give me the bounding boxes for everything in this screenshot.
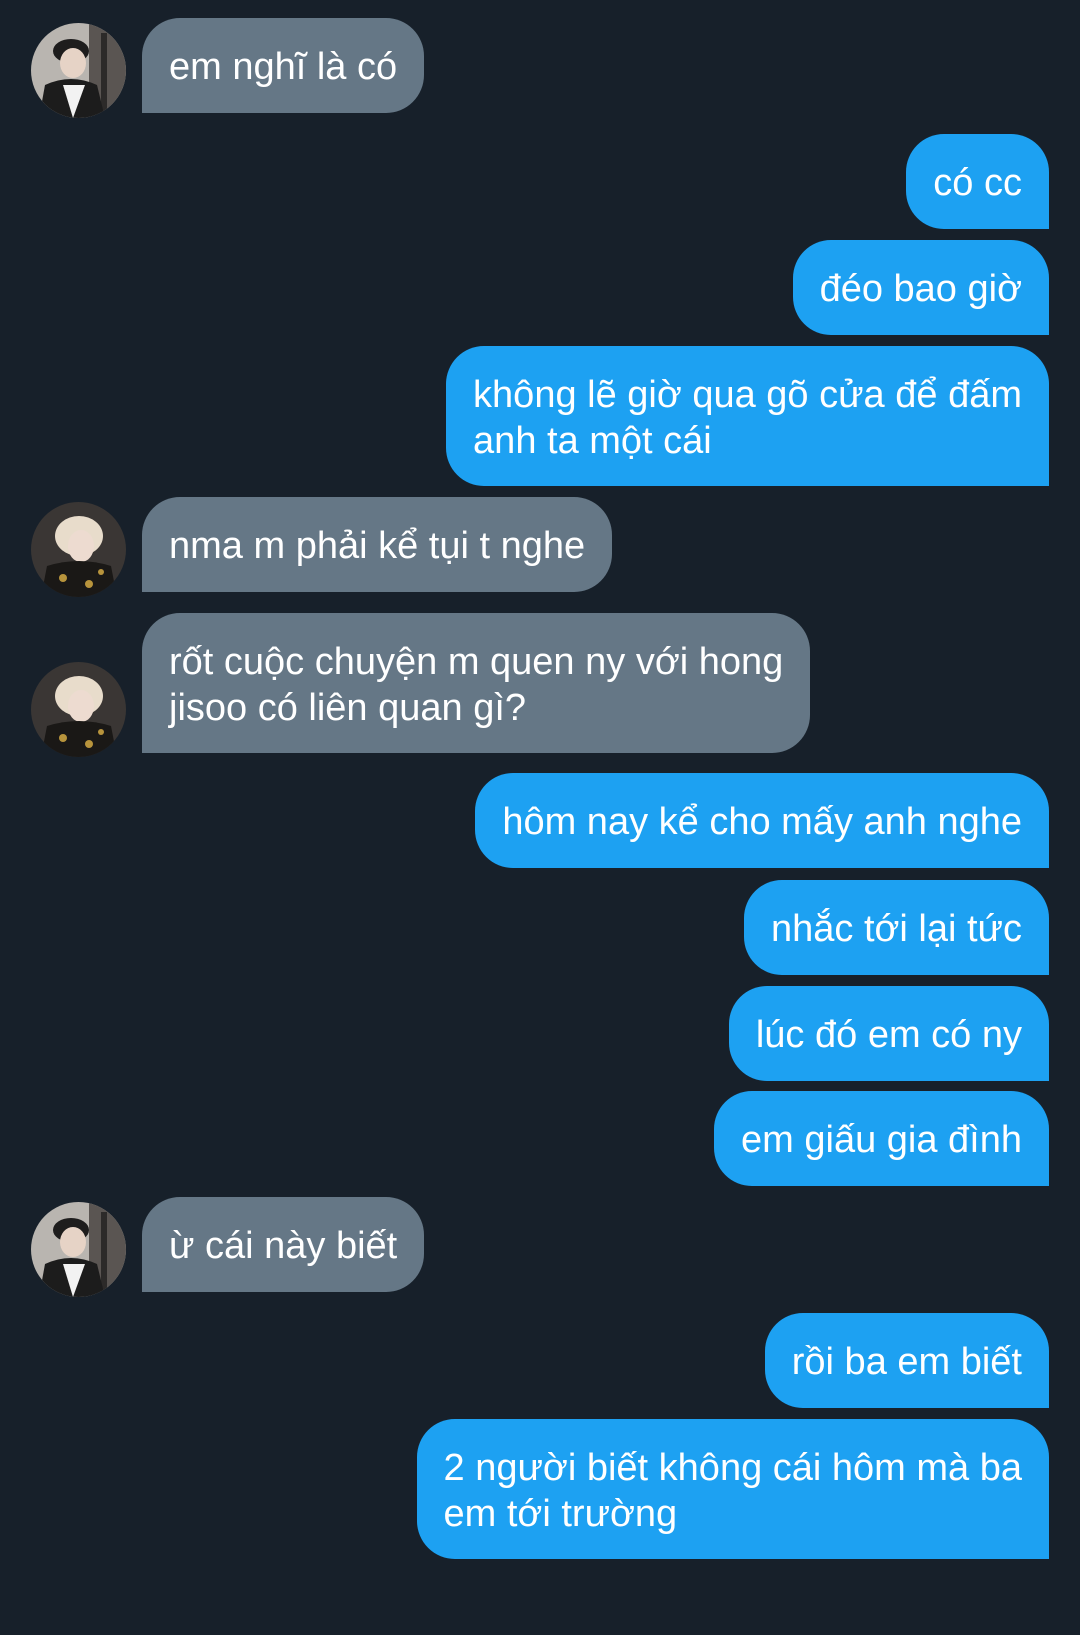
- avatar-dark-hair-user[interactable]: [31, 23, 126, 118]
- message-text: nhắc tới lại tức: [770, 908, 1022, 950]
- message-text-line: không lẽ giờ qua gõ cửa để đấm: [473, 374, 1022, 416]
- message-bubble-outgoing[interactable]: lúc đó em có ny: [728, 986, 1049, 1081]
- message-bubble-incoming[interactable]: nma m phải kể tụi t nghe: [142, 497, 613, 592]
- message-text-line: rốt cuộc chuyện m quen ny với hong: [169, 641, 784, 683]
- message-text-line: jisoo có liên quan gì?: [169, 687, 527, 729]
- message-text: đéo bao giờ: [819, 268, 1022, 310]
- message-text-line: 2 người biết không cái hôm mà ba: [443, 1447, 1022, 1489]
- message-text: ừ cái này biết: [169, 1225, 398, 1267]
- message-bubble-outgoing[interactable]: không lẽ giờ qua gõ cửa để đấm anh ta mộ…: [446, 346, 1049, 486]
- message-bubble-outgoing[interactable]: hôm nay kể cho mấy anh nghe: [475, 773, 1049, 868]
- message-bubble-outgoing[interactable]: rồi ba em biết: [764, 1313, 1049, 1408]
- avatar-dark-hair-photo: [31, 23, 126, 118]
- message-text: rồi ba em biết: [791, 1341, 1022, 1383]
- message-text-line: anh ta một cái: [473, 420, 712, 462]
- message-text: lúc đó em có ny: [755, 1014, 1022, 1056]
- message-text: hôm nay kể cho mấy anh nghe: [502, 801, 1022, 843]
- avatar-blonde-photo: [31, 662, 126, 757]
- avatar-dark-hair-photo: [31, 1202, 126, 1297]
- message-bubble-outgoing[interactable]: có cc: [906, 134, 1049, 229]
- message-text: em nghĩ là có: [169, 46, 398, 88]
- avatar-blonde-user[interactable]: [31, 502, 126, 597]
- message-bubble-incoming[interactable]: ừ cái này biết: [142, 1197, 425, 1292]
- message-text: em giấu gia đình: [741, 1119, 1022, 1161]
- message-text: nma m phải kể tụi t nghe: [169, 525, 586, 567]
- message-bubble-outgoing[interactable]: em giấu gia đình: [714, 1091, 1049, 1186]
- message-text: có cc: [933, 162, 1022, 204]
- avatar-blonde-photo: [31, 502, 126, 597]
- message-text-line: em tới trường: [443, 1493, 678, 1535]
- message-bubble-outgoing[interactable]: 2 người biết không cái hôm mà ba em tới …: [416, 1419, 1049, 1559]
- message-bubble-outgoing[interactable]: đéo bao giờ: [792, 240, 1049, 335]
- message-bubble-outgoing[interactable]: nhắc tới lại tức: [743, 880, 1049, 975]
- avatar-dark-hair-user[interactable]: [31, 1202, 126, 1297]
- avatar-blonde-user[interactable]: [31, 662, 126, 757]
- message-bubble-incoming[interactable]: rốt cuộc chuyện m quen ny với hong jisoo…: [142, 613, 811, 753]
- message-bubble-incoming[interactable]: em nghĩ là có: [142, 18, 425, 113]
- chat-thread: em nghĩ là có có cc đéo bao giờ không lẽ…: [0, 0, 1080, 1635]
